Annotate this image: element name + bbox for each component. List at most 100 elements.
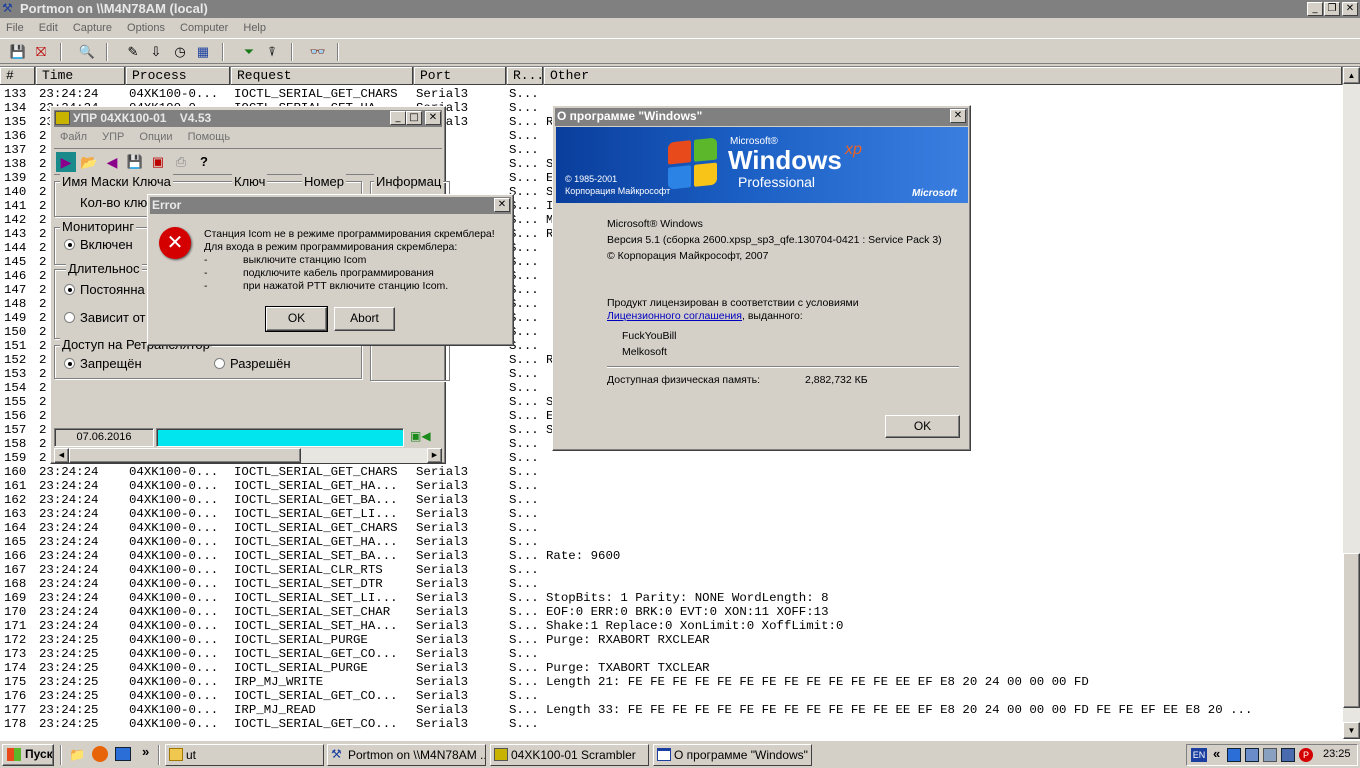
minimize-button[interactable]: _ (1307, 2, 1323, 16)
hscroll-thumb[interactable] (69, 448, 301, 463)
quicklaunch-firefox-icon[interactable] (92, 746, 108, 762)
upr-minimize-button[interactable]: _ (390, 111, 406, 125)
upr-hscrollbar[interactable]: ◀ ▶ (54, 448, 442, 463)
col-header-process[interactable]: Process (126, 67, 231, 85)
table-row[interactable]: 166 23:24:24 04XK100-0... IOCTL_SERIAL_SET_… (0, 549, 1343, 563)
duration-constant-radio[interactable]: Постоянна (64, 282, 145, 297)
table-row[interactable]: 160 23:24:24 04XK100-0... IOCTL_SERIAL_GET_… (0, 465, 1343, 479)
license-agreement-link[interactable]: Лицензионного соглашения (607, 310, 742, 322)
col-header-port[interactable]: Port (414, 67, 507, 85)
about-ok-button[interactable]: OK (885, 415, 960, 438)
table-row[interactable]: 178 23:24:25 04XK100-0... IOCTL_SERIAL_GET_… (0, 717, 1343, 731)
menu-help[interactable]: Help (237, 19, 272, 37)
clock[interactable]: 23:25 (1323, 748, 1351, 760)
table-row[interactable]: 167 23:24:24 04XK100-0... IOCTL_SERIAL_CLR_… (0, 563, 1343, 577)
tray-security-icon[interactable] (1281, 748, 1295, 762)
taskbar-item-scrambler[interactable]: 04XK100-01 Scrambler (490, 744, 649, 766)
table-row[interactable]: 161 23:24:24 04XK100-0... IOCTL_SERIAL_GET_… (0, 479, 1343, 493)
menu-options[interactable]: Options (121, 19, 171, 37)
table-row[interactable]: 168 23:24:24 04XK100-0... IOCTL_SERIAL_SET_… (0, 577, 1343, 591)
monitoring-enabled-radio[interactable]: Включен (64, 237, 133, 252)
upr-maximize-button[interactable]: □ (406, 111, 422, 125)
about-close-button[interactable]: ✕ (950, 109, 966, 123)
col-header-number[interactable]: # (0, 67, 36, 85)
quicklaunch-more[interactable]: » (142, 744, 149, 759)
clock-icon[interactable]: ◷ (169, 41, 191, 63)
upr-close-button[interactable]: ✕ (425, 111, 441, 125)
tray-expand-chevron[interactable]: « (1213, 746, 1220, 761)
upr-titlebar[interactable]: УПР 04ХК100-01 V4.53 _ □ ✕ (54, 110, 442, 127)
table-row[interactable]: 176 23:24:25 04XK100-0... IOCTL_SERIAL_GET_… (0, 689, 1343, 703)
table-row[interactable]: 172 23:24:25 04XK100-0... IOCTL_SERIAL_PURG… (0, 633, 1343, 647)
scroll-down-button[interactable]: ▼ (1343, 722, 1360, 739)
quicklaunch-desktop-icon[interactable] (115, 747, 131, 761)
table-row[interactable]: 162 23:24:24 04XK100-0... IOCTL_SERIAL_GET_… (0, 493, 1343, 507)
filter-icon[interactable]: ⏷ (238, 41, 260, 63)
table-row[interactable]: 169 23:24:24 04XK100-0... IOCTL_SERIAL_SET_… (0, 591, 1343, 605)
find-icon[interactable]: 🔍 (76, 41, 98, 63)
capture-stop-icon[interactable]: ⛝ (30, 41, 52, 63)
save-icon[interactable]: 💾 (125, 152, 145, 172)
ok-button[interactable]: OK (265, 306, 328, 332)
scroll-right-button[interactable]: ▶ (427, 448, 442, 463)
abort-button[interactable]: Abort (334, 307, 395, 331)
binoculars-icon[interactable]: 👓 (307, 41, 329, 63)
taskbar-item-ut[interactable]: ut (165, 744, 324, 766)
menu-capture[interactable]: Capture (67, 19, 118, 37)
duration-depends-radio[interactable]: Зависит от (64, 310, 145, 325)
device-icon[interactable]: ▣ (148, 152, 168, 172)
run-icon[interactable]: ▶ (56, 152, 76, 172)
taskbar-item-about[interactable]: О программе "Windows" (653, 744, 812, 766)
portmon-titlebar[interactable]: ⚒ Portmon on \\M4N78AM (local) _ ❐ ✕ (0, 0, 1360, 18)
highlight-icon[interactable]: ⍒ (261, 41, 283, 63)
col-header-time[interactable]: Time (36, 67, 126, 85)
col-header-result[interactable]: R... (507, 67, 544, 85)
scroll-up-button[interactable]: ▲ (1343, 67, 1360, 84)
start-button[interactable]: Пуск (2, 744, 54, 766)
col-header-other[interactable]: Other (544, 67, 1343, 85)
edit-icon[interactable]: ✎ (122, 41, 144, 63)
vertical-scrollbar[interactable]: ▲ ▼ (1343, 67, 1360, 739)
upr-menu-help[interactable]: Помощь (182, 128, 237, 146)
access-allowed-radio[interactable]: Разрешён (214, 356, 291, 371)
access-denied-radio[interactable]: Запрещён (64, 356, 142, 371)
read-icon[interactable]: ◀ (102, 152, 122, 172)
col-header-request[interactable]: Request (231, 67, 414, 85)
table-row[interactable]: 165 23:24:24 04XK100-0... IOCTL_SERIAL_GET_… (0, 535, 1343, 549)
save-icon[interactable]: 💾 (7, 41, 29, 63)
table-row[interactable]: 163 23:24:24 04XK100-0... IOCTL_SERIAL_GET_… (0, 507, 1343, 521)
table-row[interactable]: 164 23:24:24 04XK100-0... IOCTL_SERIAL_GET_… (0, 521, 1343, 535)
tray-monitor-icon[interactable] (1245, 748, 1259, 762)
table-row[interactable]: 177 23:24:25 04XK100-0... IRP_MJ_READ Serial… (0, 703, 1343, 717)
quicklaunch-explorer-icon[interactable]: 📁 (69, 747, 85, 763)
help-icon[interactable]: ? (194, 152, 214, 172)
about-titlebar[interactable]: О программе "Windows" ✕ (555, 108, 968, 126)
taskbar-item-portmon[interactable]: ⚒ Portmon on \\M4N78AM ... (327, 744, 486, 766)
menu-file[interactable]: File (0, 19, 30, 37)
scroll-thumb[interactable] (1343, 553, 1360, 708)
upr-menu-upr[interactable]: УПР (96, 128, 130, 146)
autoscroll-icon[interactable]: ⇩ (145, 41, 167, 63)
print-icon[interactable]: ⎙ (171, 152, 191, 172)
table-row[interactable]: 170 23:24:24 04XK100-0... IOCTL_SERIAL_SET_… (0, 605, 1343, 619)
table-row[interactable]: 173 23:24:25 04XK100-0... IOCTL_SERIAL_GET_… (0, 647, 1343, 661)
table-row[interactable]: 175 23:24:25 04XK100-0... IRP_MJ_WRITE Seria… (0, 675, 1343, 689)
error-close-button[interactable]: ✕ (494, 198, 510, 212)
language-indicator[interactable]: EN (1191, 748, 1207, 762)
menu-edit[interactable]: Edit (33, 19, 64, 37)
upr-menu-options[interactable]: Опции (133, 128, 178, 146)
open-folder-icon[interactable]: 📂 (79, 152, 99, 172)
scroll-left-button[interactable]: ◀ (54, 448, 69, 463)
tray-network-icon[interactable] (1227, 748, 1241, 762)
close-button[interactable]: ✕ (1342, 2, 1358, 16)
ports-icon[interactable]: ▦ (192, 41, 214, 63)
tray-tool-icon[interactable] (1263, 748, 1277, 762)
menu-computer[interactable]: Computer (174, 19, 234, 37)
upr-menu-file[interactable]: Файл (54, 128, 93, 146)
table-row[interactable]: 171 23:24:24 04XK100-0... IOCTL_SERIAL_SET_… (0, 619, 1343, 633)
error-titlebar[interactable]: Error ✕ (150, 197, 511, 214)
table-row[interactable]: 133 23:24:24 04XK100-0... IOCTL_SERIAL_GET_… (0, 87, 1343, 101)
tray-alert-icon[interactable]: P (1299, 748, 1313, 762)
table-row[interactable]: 174 23:24:25 04XK100-0... IOCTL_SERIAL_PURG… (0, 661, 1343, 675)
maximize-button[interactable]: ❐ (1324, 2, 1340, 16)
